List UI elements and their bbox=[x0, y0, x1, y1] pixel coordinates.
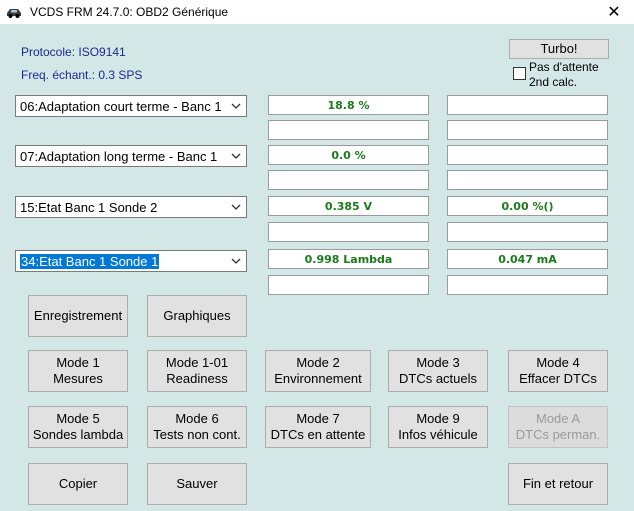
group-3-value-4 bbox=[447, 222, 608, 242]
group-4-value-4 bbox=[447, 275, 608, 295]
mode-3-button[interactable]: Mode 3 DTCs actuels bbox=[388, 350, 488, 392]
mode-7-button[interactable]: Mode 7 DTCs en attente bbox=[265, 406, 371, 448]
mode-4-button[interactable]: Mode 4 Effacer DTCs bbox=[508, 350, 608, 392]
no-wait-checkbox[interactable] bbox=[513, 67, 526, 80]
mode-a-button: Mode A DTCs perman. bbox=[508, 406, 608, 448]
record-button[interactable]: Enregistrement bbox=[28, 295, 128, 337]
group-1-value-1: 18.8 % bbox=[268, 95, 429, 115]
mode-9-button[interactable]: Mode 9 Infos véhicule bbox=[388, 406, 488, 448]
protocol-label: Protocole: ISO9141 bbox=[21, 45, 126, 59]
vcds-app-icon bbox=[7, 9, 21, 18]
sample-rate-label: Freq. échant.: 0.3 SPS bbox=[21, 68, 143, 82]
group-4-value-2: 0.047 mA bbox=[447, 249, 608, 269]
close-button[interactable]: ✕ bbox=[594, 0, 634, 24]
group-3-select[interactable]: 15:Etat Banc 1 Sonde 2 bbox=[15, 196, 247, 218]
main-panel: Protocole: ISO9141 Freq. échant.: 0.3 SP… bbox=[0, 24, 634, 511]
group-3-value-3 bbox=[268, 222, 429, 242]
group-3-value-2: 0.00 %() bbox=[447, 196, 608, 216]
turbo-button[interactable]: Turbo! bbox=[509, 39, 609, 59]
group-4-value-1: 0.998 Lambda bbox=[268, 249, 429, 269]
save-button[interactable]: Sauver bbox=[147, 463, 247, 505]
group-4-value-3 bbox=[268, 275, 429, 295]
group-3-value-1: 0.385 V bbox=[268, 196, 429, 216]
window-title: VCDS FRM 24.7.0: OBD2 Générique bbox=[30, 5, 229, 19]
chevron-down-icon[interactable] bbox=[230, 99, 242, 113]
mode-5-button[interactable]: Mode 5 Sondes lambda bbox=[28, 406, 128, 448]
close-icon: ✕ bbox=[607, 4, 621, 21]
mode-6-button[interactable]: Mode 6 Tests non cont. bbox=[147, 406, 247, 448]
mode-2-button[interactable]: Mode 2 Environnement bbox=[265, 350, 371, 392]
chevron-down-icon[interactable] bbox=[230, 149, 242, 163]
group-1-select[interactable]: 06:Adaptation court terme - Banc 1 bbox=[15, 95, 247, 117]
group-2-select[interactable]: 07:Adaptation long terme - Banc 1 bbox=[15, 145, 247, 167]
finish-button[interactable]: Fin et retour bbox=[508, 463, 608, 505]
graphs-button[interactable]: Graphiques bbox=[147, 295, 247, 337]
group-1-value-3 bbox=[268, 120, 429, 140]
mode-1-01-button[interactable]: Mode 1-01 Readiness bbox=[147, 350, 247, 392]
group-1-value-4 bbox=[447, 120, 608, 140]
group-2-value-3 bbox=[268, 170, 429, 190]
copy-button[interactable]: Copier bbox=[28, 463, 128, 505]
group-2-value-4 bbox=[447, 170, 608, 190]
chevron-down-icon[interactable] bbox=[230, 254, 242, 268]
group-2-value-1: 0.0 % bbox=[268, 145, 429, 165]
group-4-select[interactable]: 34:Etat Banc 1 Sonde 1 bbox=[15, 250, 247, 272]
group-2-value-2 bbox=[447, 145, 608, 165]
no-wait-label: Pas d'attente 2nd calc. bbox=[529, 60, 599, 89]
mode-1-button[interactable]: Mode 1 Mesures bbox=[28, 350, 128, 392]
chevron-down-icon[interactable] bbox=[230, 200, 242, 214]
title-bar: VCDS FRM 24.7.0: OBD2 Générique ✕ bbox=[0, 0, 634, 24]
group-1-value-2 bbox=[447, 95, 608, 115]
